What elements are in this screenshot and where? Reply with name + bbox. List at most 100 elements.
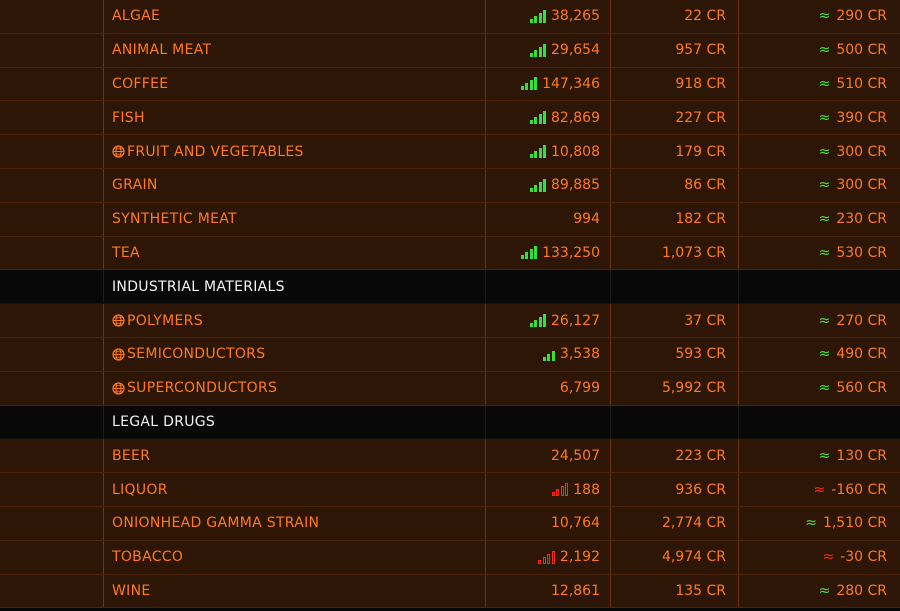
sell-price: 593 CR — [675, 346, 726, 363]
sell-price: 182 CR — [675, 211, 726, 228]
average-difference: 230 CR — [836, 211, 887, 228]
category-label: INDUSTRIAL MATERIALS — [112, 278, 285, 295]
category-row: INDUSTRIAL MATERIALS — [0, 270, 900, 305]
supply-cell: 82,869 — [485, 101, 610, 135]
avg-diff-cell — [738, 270, 900, 304]
approx-icon: ≈ — [818, 8, 831, 25]
commodity-row[interactable]: FRUIT AND VEGETABLES 10,808 179 CR ≈300 CR — [0, 135, 900, 169]
row-spacer — [0, 68, 103, 101]
supply-cell: 994 — [485, 202, 610, 236]
supply-value: 133,250 — [542, 244, 600, 261]
approx-icon: ≈ — [805, 515, 817, 532]
supply-cell: 38,265 — [485, 0, 610, 33]
supply-high-icon — [520, 77, 538, 91]
supply-value: 29,654 — [551, 42, 600, 59]
sell-price: 1,073 CR — [661, 244, 726, 261]
supply-low-icon — [538, 550, 555, 564]
globe-icon — [112, 145, 125, 158]
supply-value: 89,885 — [551, 177, 600, 194]
approx-icon: ≈ — [818, 380, 831, 397]
approx-icon: ≈ — [818, 447, 831, 464]
supply-value: 6,799 — [559, 380, 600, 397]
supply-value: 24,507 — [551, 447, 600, 464]
commodity-name-cell: ONIONHEAD GAMMA STRAIN — [103, 506, 485, 540]
average-difference: 1,510 CR — [822, 515, 887, 532]
row-spacer — [0, 304, 103, 337]
price-cell: 1,073 CR — [610, 236, 738, 270]
approx-icon: ≈ — [818, 109, 831, 126]
average-difference: -160 CR — [831, 481, 887, 498]
supply-cell: 2,192 — [485, 540, 610, 574]
supply-high-icon — [529, 9, 546, 23]
commodity-row[interactable]: ONIONHEAD GAMMA STRAIN 10,764 2,774 CR ≈1,5… — [0, 506, 900, 541]
commodity-name-cell: SUPERCONDUCTORS — [103, 371, 485, 405]
commodity-name: TOBACCO — [112, 549, 184, 566]
commodity-row[interactable]: FISH 82,869 227 CR ≈390 CR — [0, 101, 900, 136]
approx-icon: ≈ — [818, 143, 831, 160]
approx-icon: ≈ — [822, 549, 835, 566]
sell-price: 135 CR — [675, 582, 726, 599]
supply-cell: 6,799 — [485, 371, 610, 405]
supply-cell: 3,538 — [485, 337, 610, 371]
commodity-name-cell: WINE — [103, 574, 485, 608]
supply-high-icon — [529, 145, 546, 159]
commodity-row[interactable]: SEMICONDUCTORS 3,538 593 CR ≈490 CR — [0, 337, 900, 372]
globe-icon — [112, 314, 125, 327]
avg-diff-cell: ≈300 CR — [738, 168, 900, 202]
commodity-row[interactable]: POLYMERS 26,127 37 CR ≈270 CR — [0, 304, 900, 338]
commodity-row[interactable]: ANIMAL MEAT 29,654 957 CR ≈500 CR — [0, 33, 900, 68]
commodity-row[interactable]: BEER 24,507 223 CR ≈130 CR — [0, 439, 900, 474]
sell-price: 22 CR — [684, 8, 726, 25]
sell-price: 2,774 CR — [661, 515, 726, 532]
commodity-name-cell: SEMICONDUCTORS — [103, 337, 485, 371]
supply-value: 38,265 — [551, 8, 600, 25]
row-spacer — [0, 101, 103, 134]
price-cell: 223 CR — [610, 439, 738, 473]
price-cell: 135 CR — [610, 574, 738, 608]
row-spacer — [0, 406, 103, 439]
supply-value: 3,538 — [559, 346, 600, 363]
commodity-row[interactable]: SYNTHETIC MEAT 994 182 CR ≈230 CR — [0, 202, 900, 237]
price-cell: 936 CR — [610, 473, 738, 506]
commodity-row[interactable]: TOBACCO 2,192 4,974 CR ≈ -30 CR — [0, 540, 900, 575]
sell-price: 5,992 CR — [661, 380, 726, 397]
commodity-row[interactable]: GRAIN 89,885 86 CR ≈300 CR — [0, 168, 900, 203]
approx-icon: ≈ — [813, 481, 826, 498]
commodity-name: GRAIN — [112, 177, 158, 194]
commodity-row[interactable]: ALGAE 38,265 22 CR ≈290 CR — [0, 0, 900, 34]
avg-diff-cell: ≈530 CR — [738, 236, 900, 270]
price-cell: 227 CR — [610, 101, 738, 135]
average-difference: 390 CR — [836, 109, 887, 126]
supply-cell: 133,250 — [485, 236, 610, 270]
supply-value: 10,764 — [551, 515, 600, 532]
sell-price: 227 CR — [675, 109, 726, 126]
commodity-name: BEER — [112, 447, 151, 464]
commodity-row[interactable]: TEA 133,250 1,073 CR ≈530 CR — [0, 236, 900, 271]
commodity-row[interactable]: LIQUOR 188 936 CR ≈ -160 CR — [0, 473, 900, 507]
commodity-row[interactable]: WINE 12,861 135 CR ≈280 CR — [0, 574, 900, 609]
row-spacer — [0, 203, 103, 236]
average-difference: 270 CR — [836, 312, 887, 329]
sell-price: 37 CR — [684, 312, 726, 329]
commodity-name: ONIONHEAD GAMMA STRAIN — [112, 515, 320, 532]
category-row: LEGAL DRUGS — [0, 405, 900, 440]
supply-value: 994 — [573, 211, 600, 228]
approx-icon: ≈ — [818, 177, 831, 194]
row-spacer — [0, 541, 103, 574]
avg-diff-cell — [738, 405, 900, 439]
supply-value: 188 — [573, 481, 600, 498]
price-cell: 593 CR — [610, 337, 738, 371]
commodity-row[interactable]: SUPERCONDUCTORS 6,799 5,992 CR ≈560 CR — [0, 371, 900, 406]
average-difference: 560 CR — [836, 380, 887, 397]
average-difference: 290 CR — [836, 8, 887, 25]
approx-icon: ≈ — [818, 312, 831, 329]
supply-cell: 10,808 — [485, 135, 610, 168]
row-spacer — [0, 237, 103, 270]
approx-icon: ≈ — [818, 346, 831, 363]
commodity-name-cell: GRAIN — [103, 168, 485, 202]
commodity-row[interactable]: COFFEE 147,346 918 CR ≈510 CR — [0, 67, 900, 102]
price-cell: 179 CR — [610, 135, 738, 168]
globe-icon — [112, 382, 125, 395]
price-cell: 4,974 CR — [610, 540, 738, 574]
sell-price: 86 CR — [684, 177, 726, 194]
